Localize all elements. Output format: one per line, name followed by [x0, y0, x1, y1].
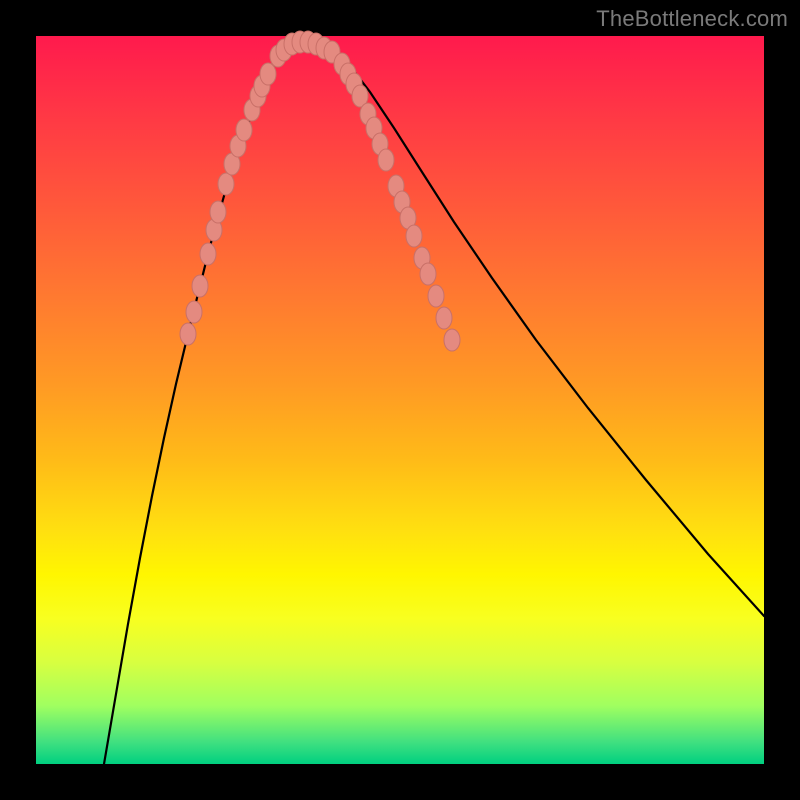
curve-marker	[444, 329, 460, 351]
curve-marker	[186, 301, 202, 323]
curve-marker	[436, 307, 452, 329]
chart-svg	[36, 36, 764, 764]
curve-marker	[428, 285, 444, 307]
curve-markers	[180, 31, 460, 351]
curve-marker	[218, 173, 234, 195]
curve-marker	[406, 225, 422, 247]
chart-frame: TheBottleneck.com	[0, 0, 800, 800]
curve-marker	[210, 201, 226, 223]
curve-marker	[420, 263, 436, 285]
curve-marker	[200, 243, 216, 265]
curve-marker	[192, 275, 208, 297]
bottleneck-curve	[104, 42, 764, 764]
curve-marker	[236, 119, 252, 141]
curve-marker	[378, 149, 394, 171]
curve-marker	[180, 323, 196, 345]
watermark-text: TheBottleneck.com	[596, 6, 788, 32]
plot-area	[36, 36, 764, 764]
curve-marker	[260, 63, 276, 85]
